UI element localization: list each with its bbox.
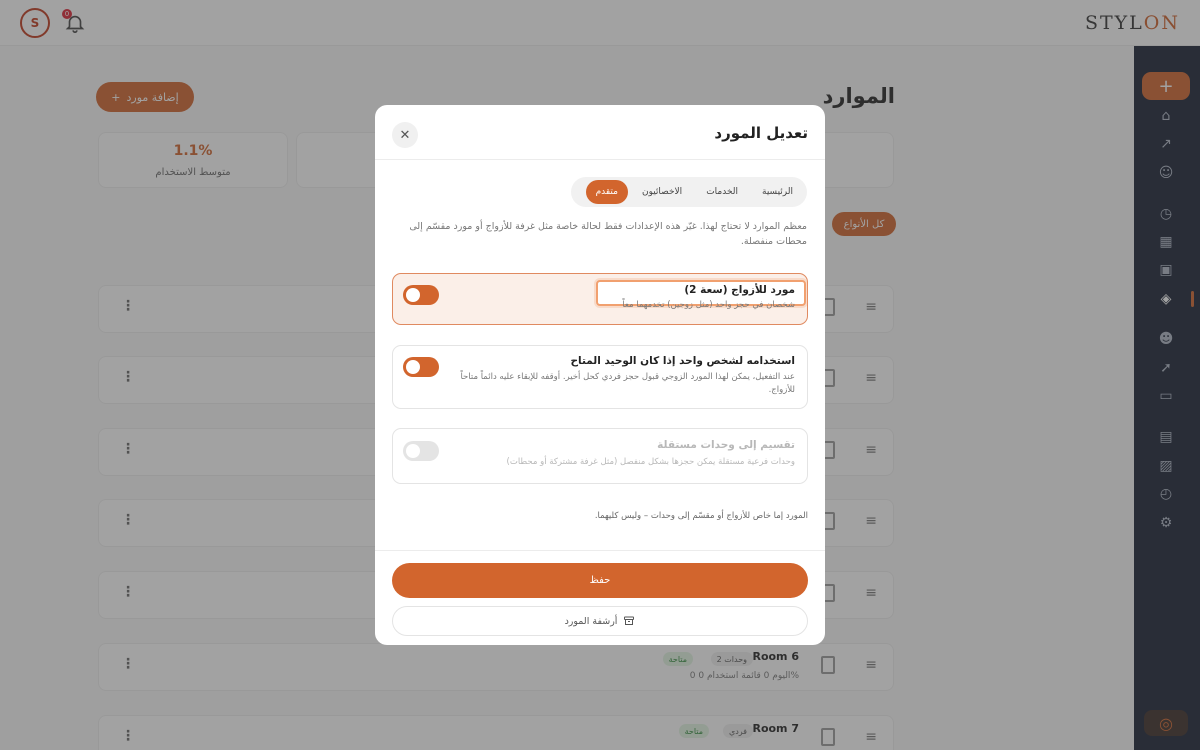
modal-title: تعديل المورد <box>714 124 808 142</box>
archive-button[interactable]: أرشفة المورد <box>392 606 808 636</box>
archive-label: أرشفة المورد <box>564 615 618 627</box>
save-button[interactable]: حفظ <box>392 563 808 598</box>
single-use-option-card[interactable]: استخدامه لشخص واحد إذا كان الوحيد المتاح… <box>392 345 808 409</box>
modal-header: تعديل المورد ✕ <box>375 105 825 160</box>
couples-option-card[interactable]: مورد للأزواج (سعة 2) شخصان في حجز واحد (… <box>392 273 808 325</box>
tab-bar: الرئيسية الخدمات الاخصائيون متقدم <box>571 177 807 207</box>
split-units-option-title: تقسيم إلى وحدات مستقلة <box>657 439 795 451</box>
split-units-option-card: تقسيم إلى وحدات مستقلة وحدات فرعية مستقل… <box>392 428 808 484</box>
tab-services[interactable]: الخدمات <box>696 180 748 204</box>
single-use-option-description: عند التفعيل، يمكن لهذا المورد الزوجي قبو… <box>460 372 795 395</box>
single-use-option-title: استخدامه لشخص واحد إذا كان الوحيد المتاح <box>570 355 795 367</box>
close-button[interactable]: ✕ <box>392 122 418 148</box>
tab-specialists[interactable]: الاخصائيون <box>632 180 692 204</box>
single-use-toggle[interactable] <box>403 357 439 377</box>
tab-main[interactable]: الرئيسية <box>752 180 803 204</box>
couples-toggle[interactable] <box>403 285 439 305</box>
edit-resource-modal: تعديل المورد ✕ الرئيسية الخدمات الاخصائي… <box>375 105 825 645</box>
tab-advanced[interactable]: متقدم <box>585 180 628 204</box>
couples-option-title: مورد للأزواج (سعة 2) <box>684 284 795 296</box>
split-units-toggle <box>403 441 439 461</box>
split-units-option-description: وحدات فرعية مستقلة يمكن حجزها بشكل منفصل… <box>506 457 796 467</box>
close-icon: ✕ <box>399 127 411 143</box>
advanced-intro-text: معظم الموارد لا تحتاج لهذا. غيّر هذه الإ… <box>409 221 807 247</box>
exclusive-note: المورد إما خاص للأزواج أو مقسّم إلى وحدا… <box>594 511 808 521</box>
couples-option-description: شخصان في حجز واحد (مثل زوجين) تخدمهما مع… <box>622 300 795 310</box>
archive-icon <box>624 616 635 625</box>
modal-footer: حفظ أرشفة المورد <box>375 550 825 645</box>
